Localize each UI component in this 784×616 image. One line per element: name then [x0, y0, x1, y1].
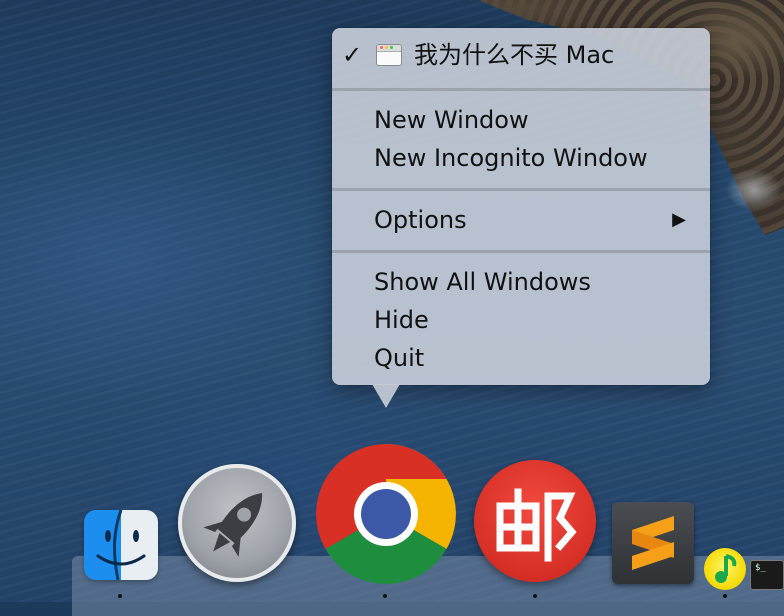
running-indicator-mail — [533, 594, 537, 598]
menu-item-quit[interactable]: Quit — [374, 341, 424, 375]
submenu-arrow-icon: ▶ — [672, 209, 686, 230]
menu-item-new-incognito-window[interactable]: New Incognito Window — [374, 141, 648, 175]
qq-music-icon[interactable] — [704, 548, 746, 590]
menu-item-new-window[interactable]: New Window — [374, 103, 529, 137]
window-title-label: 我为什么不买 Mac — [414, 41, 615, 69]
dock-context-menu: ✓ 我为什么不买 Mac New Window New Incognito Wi… — [332, 28, 710, 385]
menu-pointer-arrow — [372, 384, 400, 408]
menu-separator — [332, 250, 710, 253]
netease-mail-icon[interactable] — [474, 460, 596, 582]
checkmark-icon: ✓ — [342, 41, 363, 69]
chrome-icon[interactable] — [316, 444, 456, 584]
menu-separator — [332, 88, 710, 91]
menu-item-window[interactable]: ✓ 我为什么不买 Mac — [332, 38, 710, 72]
running-indicator-qqmusic — [723, 594, 727, 598]
menu-item-show-all-windows[interactable]: Show All Windows — [374, 265, 591, 299]
finder-icon[interactable] — [84, 510, 158, 580]
running-indicator-finder — [118, 594, 122, 598]
running-indicator-chrome — [383, 594, 387, 598]
launchpad-rocket-icon[interactable] — [178, 464, 296, 582]
sublime-text-icon[interactable] — [612, 502, 694, 584]
menu-item-options[interactable]: Options — [374, 203, 710, 237]
menu-separator — [332, 188, 710, 191]
terminal-icon[interactable]: $_ — [750, 560, 784, 590]
terminal-prompt: $_ — [755, 563, 766, 573]
options-label: Options — [374, 206, 467, 234]
menu-item-hide[interactable]: Hide — [374, 303, 429, 337]
browser-window-icon — [376, 44, 402, 66]
